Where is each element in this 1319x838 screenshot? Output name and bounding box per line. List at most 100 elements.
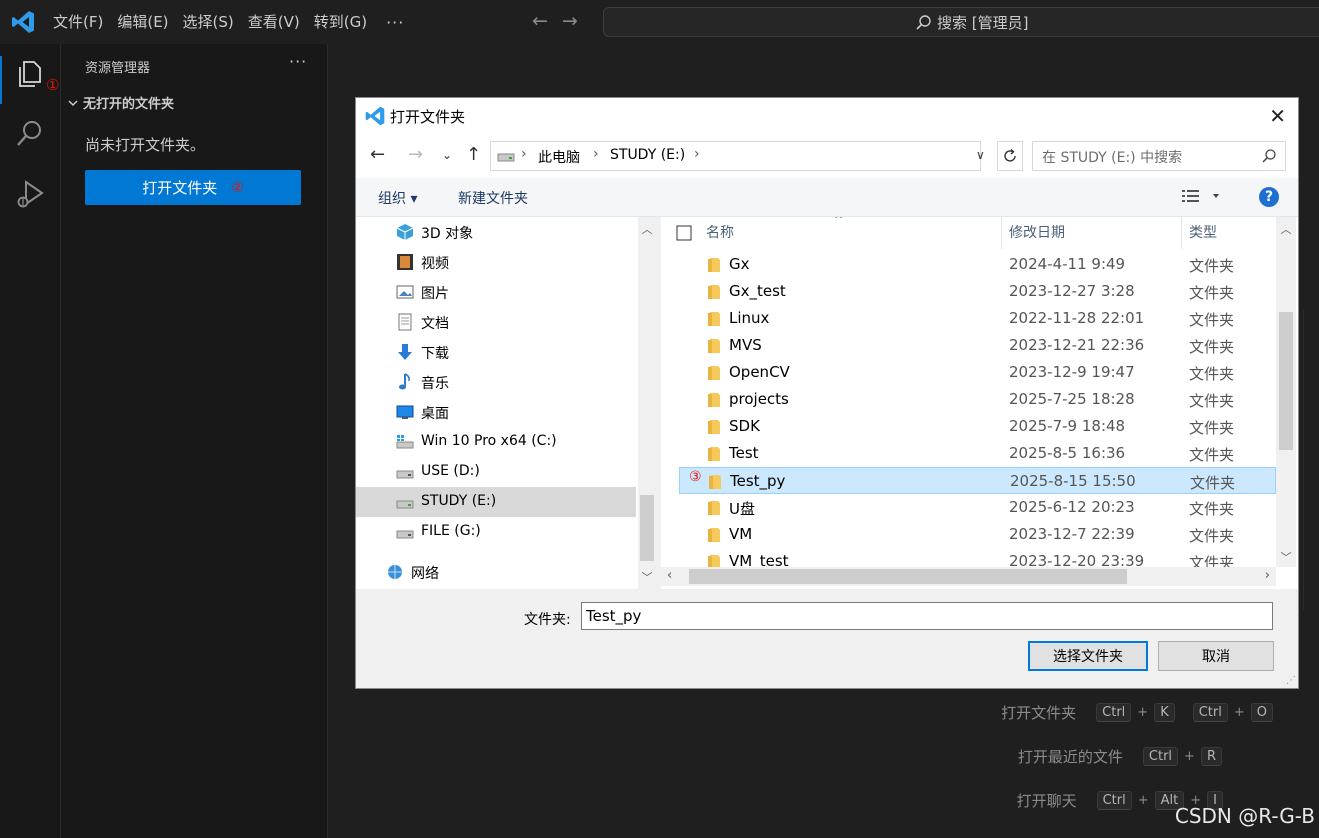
open-folder-button[interactable]: 打开文件夹 ② [85,170,301,205]
file-date: 2025-7-9 18:48 [1009,417,1126,435]
vscode-logo-icon [12,11,34,33]
address-dropdown-icon[interactable]: ∨ [976,148,985,162]
command-center-label: 搜索 [管理员] [937,14,1029,32]
nav-item-music[interactable]: 音乐 [356,367,636,397]
file-row[interactable]: MVS 2023-12-21 22:36 文件夹 [679,332,1276,359]
back-arrow-icon[interactable]: ← [370,144,385,165]
select-all-checkbox[interactable] [676,225,692,241]
scroll-down-icon[interactable]: ﹀ [638,569,656,585]
file-row[interactable]: Linux 2022-11-28 22:01 文件夹 [679,305,1276,332]
shortcut-open-folder[interactable]: 打开文件夹 Ctrl + K Ctrl + O [1001,702,1273,723]
no-folder-section[interactable]: 无打开的文件夹 [67,93,174,112]
search-view-icon[interactable] [14,118,46,150]
annotation-marker-1: ① [46,76,60,94]
menu-file[interactable]: 文件(F) [46,0,110,44]
3d-objects-icon [396,224,414,240]
folder-name-input[interactable]: Test_py [581,602,1273,630]
annotation-marker-2: ② [231,179,244,196]
organize-button[interactable]: 组织 ▾ [378,188,417,208]
menu-edit[interactable]: 编辑(E) [110,0,175,44]
explorer-icon[interactable] [14,58,46,90]
file-row[interactable]: Gx 2024-4-11 9:49 文件夹 [679,251,1276,278]
file-row[interactable]: VM 2023-12-7 22:39 文件夹 [679,521,1276,548]
file-row[interactable]: Gx_test 2023-12-27 3:28 文件夹 [679,278,1276,305]
nav-item-video[interactable]: 视频 [356,247,636,277]
new-folder-button[interactable]: 新建文件夹 [458,188,528,208]
activity-bar: ① [0,44,61,838]
scroll-right-icon[interactable]: › [1265,568,1270,583]
view-options-icon[interactable] [1182,189,1220,205]
file-row[interactable]: projects 2025-7-25 18:28 文件夹 [679,386,1276,413]
nav-item-documents[interactable]: 文档 [356,307,636,337]
dialog-search-input[interactable]: 在 STUDY (E:) 中搜索 [1032,141,1286,171]
file-date: 2023-12-21 22:36 [1009,336,1145,354]
nav-item-desktop[interactable]: 桌面 [356,397,636,427]
file-list-scrollbar[interactable]: ︿ ﹀ [1276,217,1296,567]
nav-item-3d-objects[interactable]: 3D 对象 [356,217,636,247]
file-row-selected[interactable]: ③ Test_py 2025-8-15 15:50 文件夹 [679,467,1276,494]
nav-item-drive-g[interactable]: FILE (G:) [356,517,636,547]
menu-goto[interactable]: 转到(G) [307,0,374,44]
watermark: CSDN @R-G-B [1174,804,1315,828]
run-debug-icon[interactable] [14,178,46,210]
drive-c-icon [396,435,414,449]
scroll-left-icon[interactable]: ‹ [667,568,672,583]
nav-item-drive-e[interactable]: STUDY (E:) [356,487,636,517]
search-icon [1262,149,1276,163]
file-row[interactable]: Test 2025-8-5 16:36 文件夹 [679,440,1276,467]
folder-icon [708,366,720,380]
file-name: Test [729,444,759,462]
back-arrow-icon[interactable]: ← [532,10,548,32]
nav-item-pictures[interactable]: 图片 [356,277,636,307]
menu-view[interactable]: 查看(V) [241,0,307,44]
forward-arrow-icon[interactable]: → [408,144,423,165]
scroll-up-icon[interactable]: ︿ [1276,221,1296,237]
file-date: 2025-6-12 20:23 [1009,498,1135,516]
menu-selection[interactable]: 选择(S) [176,0,241,44]
scroll-down-icon[interactable]: ﹀ [1276,549,1296,565]
section-title: 无打开的文件夹 [83,97,175,112]
file-type: 文件夹 [1189,392,1235,410]
column-date[interactable]: 修改日期 [1009,217,1065,249]
file-name: Gx [729,255,750,273]
key: Ctrl [1192,703,1228,722]
folder-icon [708,285,720,299]
help-icon[interactable]: ? [1259,187,1279,207]
video-icon [397,254,413,270]
address-bar[interactable]: › 此电脑 › STUDY (E:) › [490,141,981,171]
nav-item-download[interactable]: 下载 [356,337,636,367]
more-actions-icon[interactable]: ··· [289,52,307,71]
command-center[interactable]: 搜索 [管理员] [603,7,1319,37]
annotation-marker-3: ③ [689,469,702,485]
nav-item-drive-c[interactable]: Win 10 Pro x64 (C:) [356,427,636,457]
nav-scrollbar[interactable]: ︿ ﹀ [638,217,656,587]
file-name: OpenCV [729,363,790,381]
menu-more-icon[interactable]: ··· [374,13,416,32]
column-type[interactable]: 类型 [1189,217,1217,249]
nav-item-network[interactable]: 网络 [356,557,636,587]
shortcut-label: 打开文件夹 [1001,704,1077,722]
file-name: Linux [729,309,770,327]
file-row[interactable]: U盘 2025-6-12 20:23 文件夹 [679,494,1276,521]
close-icon[interactable]: ✕ [1269,104,1286,128]
file-list-hscrollbar[interactable]: ‹ › [661,567,1276,586]
shortcut-open-recent[interactable]: 打开最近的文件 Ctrl + R [1018,746,1222,767]
cancel-button[interactable]: 取消 [1158,641,1274,671]
file-type: 文件夹 [1189,257,1235,275]
select-folder-button[interactable]: 选择文件夹 [1028,641,1148,671]
file-row[interactable]: OpenCV 2023-12-9 19:47 文件夹 [679,359,1276,386]
up-arrow-icon[interactable]: ↑ [466,144,481,165]
breadcrumb-study[interactable]: STUDY (E:) [610,147,685,163]
forward-arrow-icon[interactable]: → [562,10,578,32]
resize-grip-icon[interactable]: ⋰ [1286,675,1296,686]
refresh-button[interactable] [997,141,1023,171]
column-name[interactable]: 名称 [706,217,734,249]
explorer-sidebar: 资源管理器 ··· 无打开的文件夹 尚未打开文件夹。 打开文件夹 ② [61,44,328,838]
breadcrumb-this-pc[interactable]: 此电脑 [538,147,580,167]
key: R [1200,747,1222,766]
nav-item-drive-d[interactable]: USE (D:) [356,457,636,487]
scroll-up-icon[interactable]: ︿ [638,221,656,237]
file-row[interactable]: SDK 2025-7-9 18:48 文件夹 [679,413,1276,440]
file-type: 文件夹 [1189,500,1235,518]
recent-chevron-icon[interactable]: ⌄ [442,148,452,162]
